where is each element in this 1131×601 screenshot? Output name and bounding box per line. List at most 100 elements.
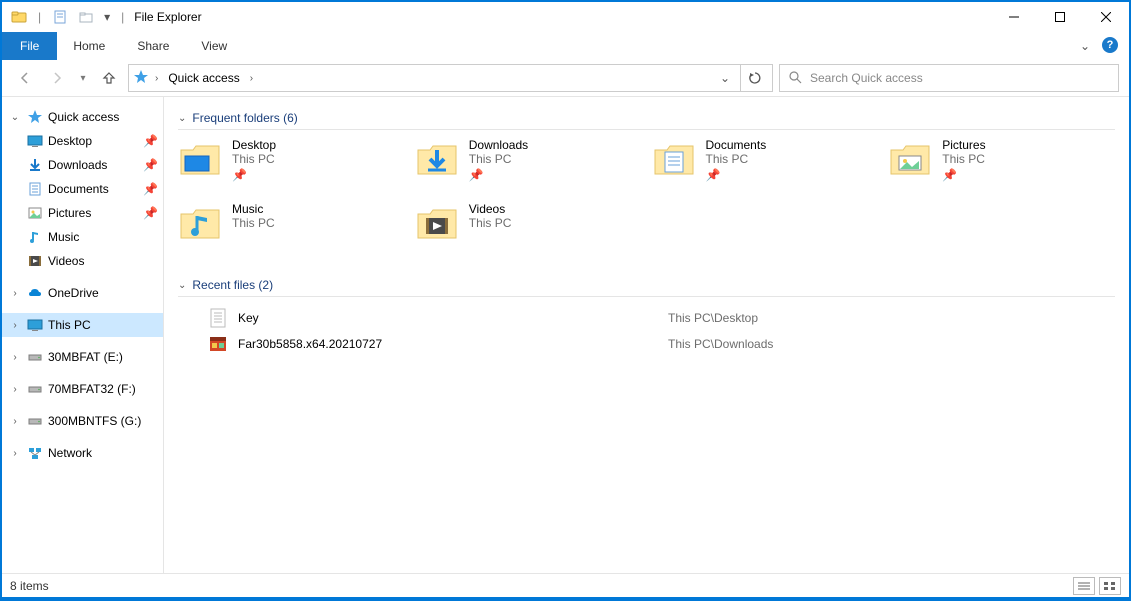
drive-icon — [26, 348, 44, 366]
breadcrumb[interactable]: Quick access — [164, 71, 243, 85]
drive-icon — [26, 380, 44, 398]
folder-desktop-icon — [178, 138, 222, 182]
tree-drive[interactable]: › 70MBFAT32 (F:) — [2, 377, 163, 401]
tab-share[interactable]: Share — [121, 32, 185, 60]
file-name: Key — [238, 311, 658, 325]
tree-item-pictures[interactable]: Pictures 📌 — [2, 201, 163, 225]
collapse-icon[interactable]: ⌄ — [178, 280, 186, 291]
folder-item-desktop[interactable]: Desktop This PC 📌 — [178, 138, 405, 192]
file-path: This PC\Desktop — [668, 311, 758, 325]
section-title: Recent files (2) — [192, 278, 273, 292]
pictures-icon — [26, 204, 44, 222]
tab-view[interactable]: View — [185, 32, 243, 60]
tree-label: Music — [48, 230, 157, 244]
search-input[interactable] — [810, 71, 1110, 85]
expand-icon[interactable]: › — [8, 320, 22, 331]
help-icon: ? — [1102, 37, 1118, 53]
address-dropdown-icon[interactable]: ⌄ — [714, 71, 736, 85]
recent-files-header[interactable]: ⌄ Recent files (2) — [178, 274, 1115, 297]
folder-music-icon — [178, 202, 222, 246]
folder-location: This PC — [469, 216, 512, 230]
chevron-right-icon[interactable]: › — [153, 73, 160, 84]
refresh-button[interactable] — [740, 64, 768, 92]
content-pane[interactable]: ⌄ Frequent folders (6) Desktop This PC 📌 — [164, 97, 1129, 573]
folder-location: This PC — [706, 152, 767, 166]
pin-icon: 📌 — [143, 206, 157, 220]
pin-icon: 📌 — [143, 158, 157, 172]
ribbon-expand-icon[interactable]: ⌄ — [1073, 32, 1097, 60]
folder-downloads-icon — [415, 138, 459, 182]
music-icon — [26, 228, 44, 246]
tree-onedrive[interactable]: › OneDrive — [2, 281, 163, 305]
ribbon: File Home Share View ⌄ ? — [2, 32, 1129, 60]
separator: | — [121, 10, 124, 24]
recent-file-item[interactable]: Far30b5858.x64.20210727 This PC\Download… — [178, 331, 1115, 357]
collapse-icon[interactable]: ⌄ — [178, 113, 186, 124]
tree-item-videos[interactable]: Videos — [2, 249, 163, 273]
file-tab[interactable]: File — [2, 32, 57, 60]
tree-item-downloads[interactable]: Downloads 📌 — [2, 153, 163, 177]
tab-home[interactable]: Home — [57, 32, 121, 60]
maximize-button[interactable] — [1037, 2, 1083, 32]
file-name: Far30b5858.x64.20210727 — [238, 337, 658, 351]
folder-location: This PC — [469, 152, 528, 166]
recent-file-item[interactable]: Key This PC\Desktop — [178, 305, 1115, 331]
search-icon — [788, 70, 802, 87]
recent-dropdown-icon[interactable]: ▾ — [76, 65, 90, 91]
expand-icon[interactable]: › — [8, 416, 22, 427]
tree-label: Quick access — [48, 110, 157, 124]
qat-newfolder-icon[interactable] — [75, 6, 97, 28]
folder-location: This PC — [232, 152, 276, 166]
search-box[interactable] — [779, 64, 1119, 92]
folder-item-downloads[interactable]: Downloads This PC 📌 — [415, 138, 642, 192]
expand-icon[interactable]: › — [8, 448, 22, 459]
folder-item-documents[interactable]: Documents This PC 📌 — [652, 138, 879, 192]
frequent-folders-grid: Desktop This PC 📌 Downloads This PC 📌 — [178, 138, 1115, 256]
expand-icon[interactable]: › — [8, 384, 22, 395]
close-button[interactable] — [1083, 2, 1129, 32]
quick-access-star-icon — [26, 108, 44, 126]
minimize-button[interactable] — [991, 2, 1037, 32]
expand-icon[interactable]: › — [8, 288, 22, 299]
videos-icon — [26, 252, 44, 270]
tree-item-music[interactable]: Music — [2, 225, 163, 249]
this-pc-icon — [26, 316, 44, 334]
chevron-right-icon[interactable]: › — [248, 73, 255, 84]
navigation-tree[interactable]: ⌄ Quick access Desktop 📌 Downloads 📌 Doc… — [2, 97, 164, 573]
tree-this-pc[interactable]: › This PC — [2, 313, 163, 337]
tree-item-desktop[interactable]: Desktop 📌 — [2, 129, 163, 153]
tree-item-documents[interactable]: Documents 📌 — [2, 177, 163, 201]
collapse-icon[interactable]: ⌄ — [8, 112, 22, 123]
expand-icon[interactable]: › — [8, 352, 22, 363]
tree-network[interactable]: › Network — [2, 441, 163, 465]
quick-access-star-icon — [133, 69, 149, 88]
tree-drive[interactable]: › 300MBNTFS (G:) — [2, 409, 163, 433]
folder-item-videos[interactable]: Videos This PC — [415, 202, 642, 256]
forward-button[interactable] — [44, 65, 70, 91]
help-button[interactable]: ? — [1097, 32, 1123, 58]
tree-label: Downloads — [48, 158, 139, 172]
view-large-icons-button[interactable] — [1099, 577, 1121, 595]
back-button[interactable] — [12, 65, 38, 91]
frequent-folders-header[interactable]: ⌄ Frequent folders (6) — [178, 107, 1115, 130]
qat-dropdown-icon[interactable]: ▾ — [101, 6, 113, 28]
folder-pictures-icon — [888, 138, 932, 182]
view-details-button[interactable] — [1073, 577, 1095, 595]
text-file-icon — [208, 308, 228, 328]
folder-item-pictures[interactable]: Pictures This PC 📌 — [888, 138, 1115, 192]
tree-label: Network — [48, 446, 157, 460]
tree-quick-access[interactable]: ⌄ Quick access — [2, 105, 163, 129]
tree-label: This PC — [48, 318, 157, 332]
body: ⌄ Quick access Desktop 📌 Downloads 📌 Doc… — [2, 96, 1129, 573]
tree-label: 70MBFAT32 (F:) — [48, 382, 157, 396]
qat-properties-icon[interactable] — [49, 6, 71, 28]
address-bar[interactable]: › Quick access › ⌄ — [128, 64, 773, 92]
file-path: This PC\Downloads — [668, 337, 773, 351]
separator: | — [38, 10, 41, 24]
tree-label: Desktop — [48, 134, 139, 148]
up-button[interactable] — [96, 65, 122, 91]
tree-drive[interactable]: › 30MBFAT (E:) — [2, 345, 163, 369]
folder-name: Desktop — [232, 138, 276, 152]
navigation-bar: ▾ › Quick access › ⌄ — [2, 60, 1129, 96]
folder-item-music[interactable]: Music This PC — [178, 202, 405, 256]
